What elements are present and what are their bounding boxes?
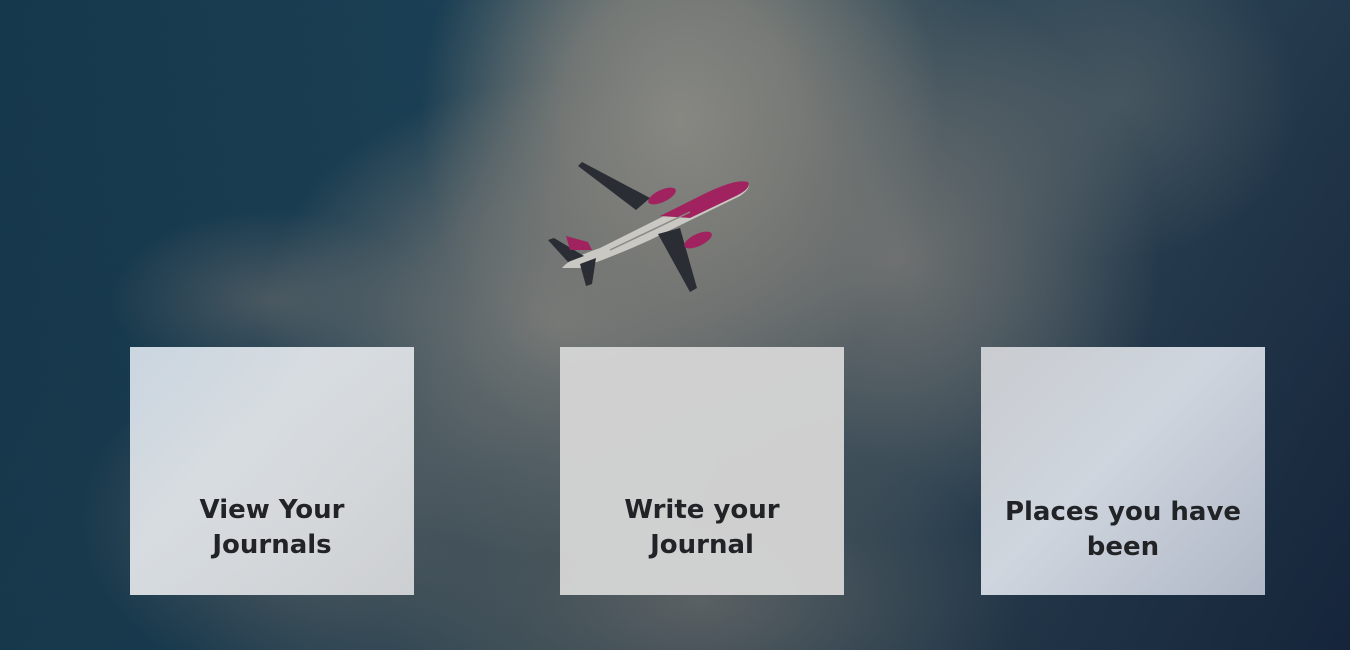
places-visited-card[interactable]: Places you have been [981,347,1265,595]
write-journal-label: Write your Journal [624,495,780,560]
hero-background: View Your Journals Write your Journal Pl… [0,0,1350,650]
write-journal-card[interactable]: Write your Journal [560,347,844,595]
view-journals-label: View Your Journals [199,495,345,560]
view-journals-card[interactable]: View Your Journals [130,347,414,595]
places-visited-label: Places you have been [1004,497,1242,562]
airplane-icon [548,162,749,292]
